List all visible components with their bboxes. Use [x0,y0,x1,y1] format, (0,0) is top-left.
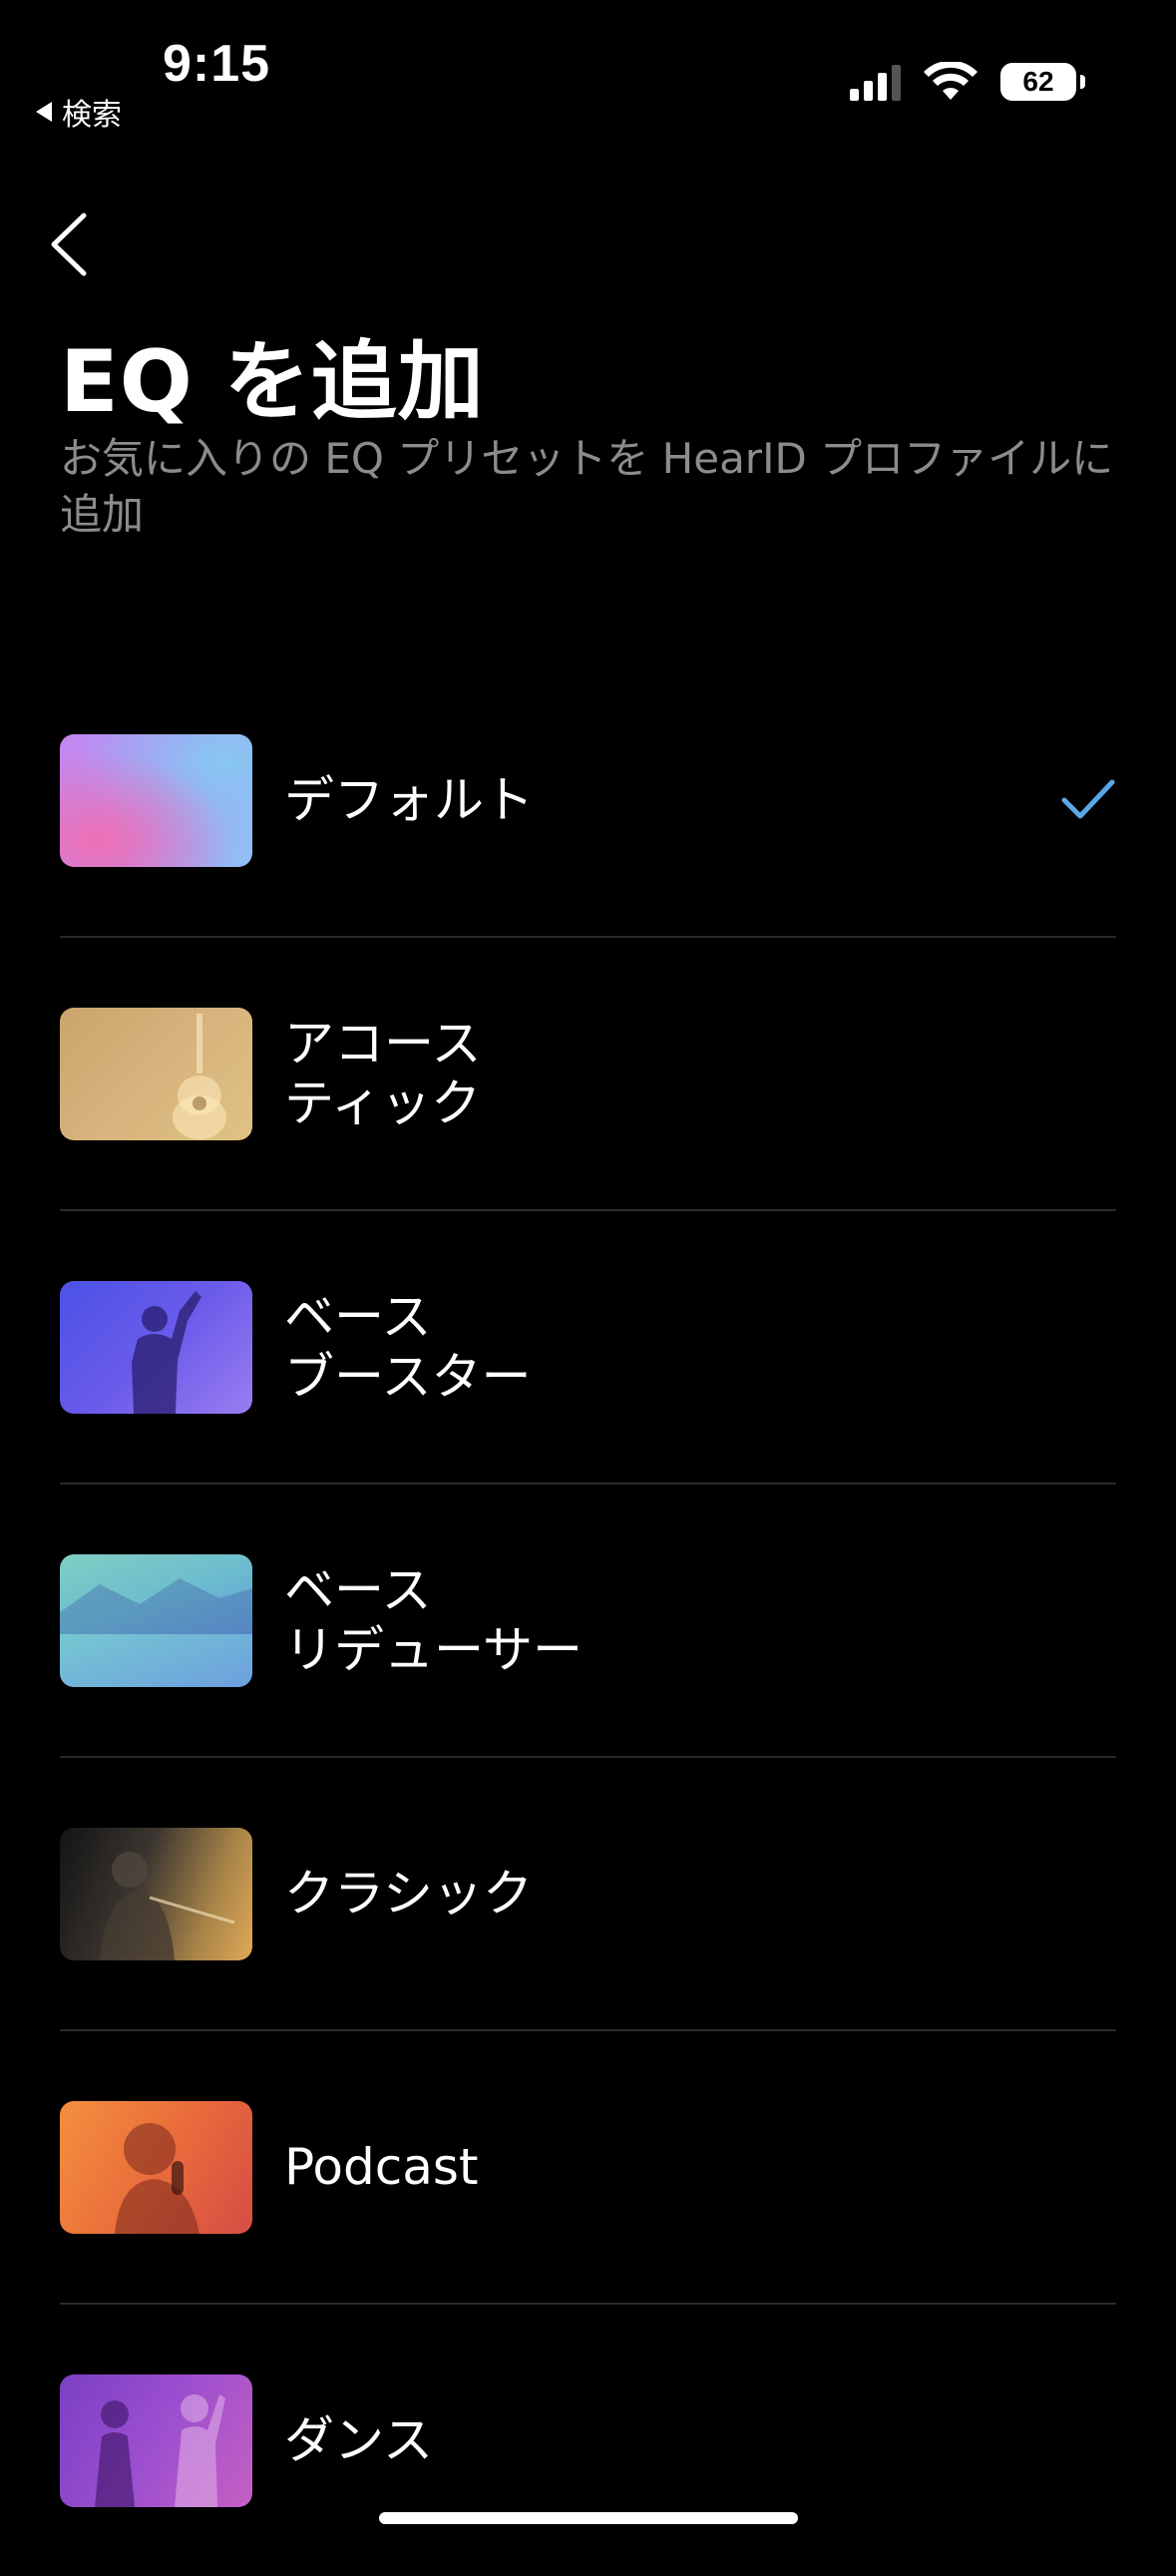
preset-thumbnail-classic [60,1827,252,1960]
preset-label: アコース ティック [284,1015,482,1132]
preset-label: クラシック [284,1865,533,1923]
preset-thumbnail-bass-reducer [60,1553,252,1687]
page-title: EQ を追加 [60,332,485,432]
cellular-signal-icon [850,63,901,101]
preset-label: ベース ブースター [284,1288,532,1406]
back-chevron-icon[interactable] [46,210,96,279]
guitar-icon [173,1013,226,1139]
battery-icon: 62 [1000,63,1085,101]
preset-thumbnail-podcast [60,2100,252,2234]
preset-row-default[interactable]: デフォルト [60,664,1116,938]
preset-thumbnail-dance [60,2373,252,2507]
preset-thumbnail-acoustic [60,1007,252,1140]
back-to-app-link[interactable]: 検索 [36,90,122,134]
preset-row-bass-booster[interactable]: ベース ブースター [60,1211,1116,1485]
status-indicators: 62 [850,62,1085,102]
page-subtitle: お気に入りの EQ プリセットを HearID プロファイルに追加 [60,434,1114,539]
preset-row-dance[interactable]: ダンス [60,2305,1116,2576]
preset-row-podcast[interactable]: Podcast [60,2031,1116,2305]
wifi-icon [924,62,978,100]
preset-row-classic[interactable]: クラシック [60,1758,1116,2031]
dancers-icon [95,2393,225,2507]
preset-label: ダンス [284,2411,433,2469]
preset-thumbnail-bass-booster [60,1280,252,1414]
preset-row-bass-reducer[interactable]: ベース リデューサー [60,1485,1116,1758]
back-to-app-label: 検索 [62,98,122,133]
violinist-icon [100,1851,235,1960]
preset-label: ベース リデューサー [284,1561,583,1679]
performer-silhouette-icon [132,1290,201,1414]
preset-label: Podcast [284,2138,479,2196]
preset-label: デフォルト [284,771,534,829]
singer-microphone-icon [115,2122,199,2234]
preset-thumbnail-default [60,733,252,867]
preset-row-acoustic[interactable]: アコース ティック [60,938,1116,1211]
back-triangle-icon [36,102,52,122]
battery-level: 62 [1022,66,1054,97]
eq-preset-list: デフォルト アコース ティック ベース ブースター ベース リデューサー クラシ… [60,664,1116,2576]
lake-mountains-icon [60,1577,252,1687]
home-indicator[interactable] [379,2512,798,2524]
status-time: 9:15 [163,35,271,93]
checkmark-icon [1061,779,1115,819]
